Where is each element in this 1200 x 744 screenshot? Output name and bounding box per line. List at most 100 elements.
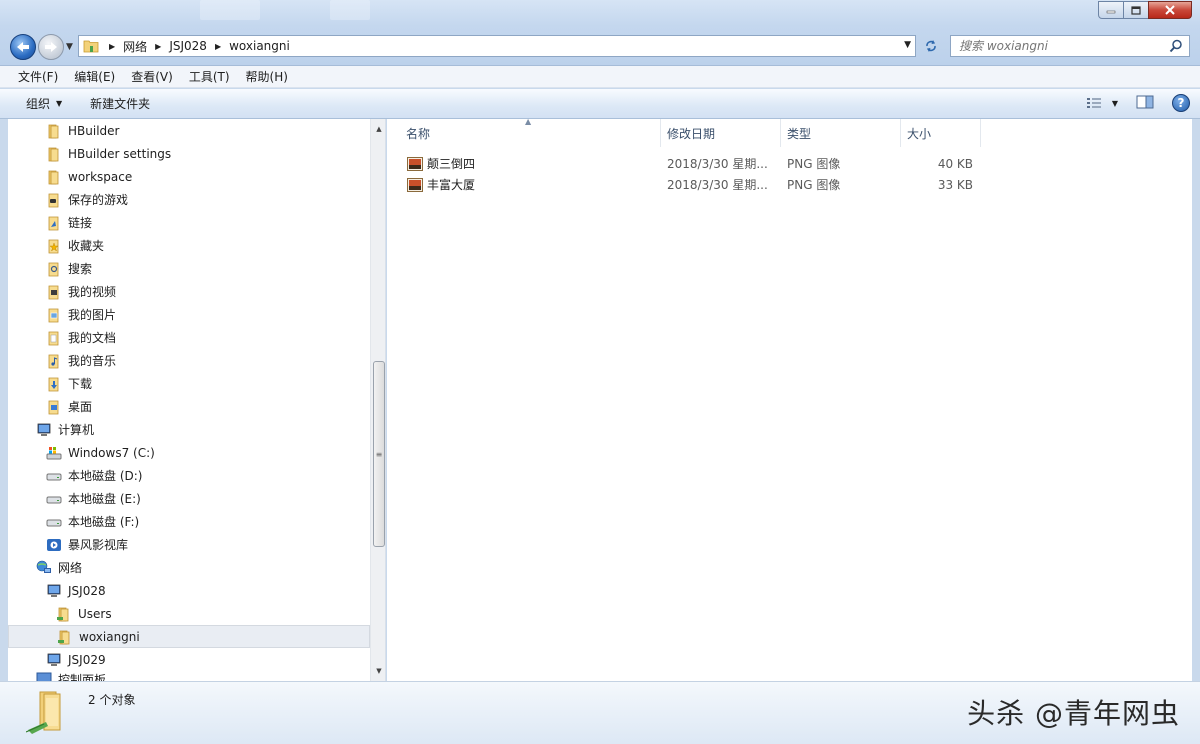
nav-item-item-8[interactable]: 我的图片	[8, 303, 370, 326]
menu-help[interactable]: 帮助(H)	[238, 68, 296, 85]
file-size: 40 KB	[937, 156, 973, 171]
nav-item-windows7-c[interactable]: Windows7 (C:)	[8, 441, 370, 464]
search-input[interactable]	[959, 39, 1159, 53]
nav-item-label: JSJ029	[68, 652, 106, 667]
nav-scrollbar[interactable]: ▲ ≡ ▼	[370, 119, 385, 681]
breadcrumb-label: 网络	[123, 39, 148, 54]
links-icon	[46, 215, 62, 231]
menu-view[interactable]: 查看(V)	[123, 68, 181, 85]
nav-item-item-12[interactable]: 桌面	[8, 395, 370, 418]
search-box[interactable]	[950, 35, 1190, 57]
pictures-icon	[46, 307, 62, 323]
nav-item-label: HBuilder settings	[68, 146, 172, 161]
change-view-button[interactable]: ▼	[1086, 96, 1118, 110]
breadcrumb-jsj028[interactable]: JSJ028 ▶	[169, 39, 229, 53]
menu-tools[interactable]: 工具(T)	[181, 68, 238, 85]
nav-item-item-24[interactable]: 控制面板	[8, 671, 370, 681]
scrollbar-thumb[interactable]: ≡	[373, 361, 385, 547]
recent-pages-dropdown[interactable]: ▼	[66, 42, 73, 52]
nav-item-label: 本地磁盘 (D:)	[68, 469, 143, 483]
maximize-button[interactable]	[1123, 1, 1149, 19]
window-controls	[1098, 1, 1192, 19]
nav-item-label: woxiangni	[79, 629, 140, 644]
nav-item-item-7[interactable]: 我的视频	[8, 280, 370, 303]
saved-games-icon	[46, 192, 62, 208]
file-list-pane: ▲ 名称 修改日期 类型 大小 颠三倒四 2018/3/30 星期... PNG …	[387, 117, 1192, 681]
breadcrumb-separator[interactable]: ▶	[105, 42, 123, 51]
shared-folder-icon	[56, 606, 72, 622]
file-name: 颠三倒四	[427, 157, 476, 171]
computer-icon	[36, 422, 52, 438]
minimize-icon	[1106, 10, 1116, 14]
nav-item-item-11[interactable]: 下载	[8, 372, 370, 395]
nav-item-hbuilder[interactable]: HBuilder	[8, 119, 370, 142]
nav-item-item-13[interactable]: 计算机	[8, 418, 370, 441]
nav-item-item-4[interactable]: 链接	[8, 211, 370, 234]
forward-button[interactable]	[38, 34, 64, 60]
arrow-right-icon	[45, 42, 57, 52]
nav-item-f[interactable]: 本地磁盘 (F:)	[8, 510, 370, 533]
shared-folder-icon	[57, 629, 73, 645]
search-icon[interactable]	[1169, 39, 1183, 53]
column-header-type[interactable]: 类型	[781, 119, 901, 147]
nav-item-users[interactable]: Users	[8, 602, 370, 625]
file-type: PNG 图像	[787, 178, 841, 192]
new-folder-button[interactable]: 新建文件夹	[82, 95, 158, 112]
nav-item-label: 控制面板	[58, 673, 107, 681]
item-count: 2 个对象	[88, 693, 136, 707]
nav-item-label: 我的音乐	[68, 354, 117, 368]
nav-item-e[interactable]: 本地磁盘 (E:)	[8, 487, 370, 510]
nav-item-label: 本地磁盘 (E:)	[68, 492, 141, 506]
command-bar: 组织 ▼ 新建文件夹 ▼ ?	[0, 89, 1200, 119]
computer-icon	[46, 583, 62, 599]
menu-edit[interactable]: 编辑(E)	[66, 68, 123, 85]
nav-item-item-5[interactable]: 收藏夹	[8, 234, 370, 257]
nav-item-item-9[interactable]: 我的文档	[8, 326, 370, 349]
nav-item-item-10[interactable]: 我的音乐	[8, 349, 370, 372]
address-history-dropdown[interactable]: ▼	[904, 40, 911, 50]
nav-item-label: 计算机	[58, 423, 95, 437]
nav-item-item-19[interactable]: 网络	[8, 556, 370, 579]
background-blur	[330, 0, 370, 20]
chevron-down-icon[interactable]: ▼	[1112, 99, 1118, 108]
close-button[interactable]	[1148, 1, 1192, 19]
nav-item-jsj028[interactable]: JSJ028	[8, 579, 370, 602]
downloads-icon	[46, 376, 62, 392]
column-header-size[interactable]: 大小	[901, 119, 981, 147]
menu-file[interactable]: 文件(F)	[10, 68, 66, 85]
file-name-cell: 颠三倒四	[387, 155, 661, 172]
nav-item-item-3[interactable]: 保存的游戏	[8, 188, 370, 211]
nav-item-label: 网络	[58, 561, 83, 575]
column-label: 大小	[907, 126, 932, 141]
control-panel-icon	[36, 671, 52, 681]
breadcrumb-network[interactable]: 网络 ▶	[123, 38, 169, 55]
nav-item-workspace[interactable]: workspace	[8, 165, 370, 188]
help-button[interactable]: ?	[1172, 94, 1190, 112]
nav-item-label: workspace	[68, 169, 133, 184]
nav-item-woxiangni[interactable]: woxiangni	[8, 625, 370, 648]
column-header-name[interactable]: ▲ 名称	[387, 117, 661, 147]
column-label: 名称	[406, 126, 431, 141]
refresh-button[interactable]	[918, 35, 944, 57]
nav-item-label: HBuilder	[68, 123, 120, 138]
back-button[interactable]	[10, 34, 36, 60]
shared-folder-large-icon	[26, 691, 61, 734]
nav-item-hbuilder-settings[interactable]: HBuilder settings	[8, 142, 370, 165]
nav-item-d[interactable]: 本地磁盘 (D:)	[8, 464, 370, 487]
scroll-down-arrow[interactable]: ▼	[371, 663, 385, 679]
drive-icon	[46, 514, 62, 530]
organize-button[interactable]: 组织 ▼	[18, 95, 70, 112]
column-header-date[interactable]: 修改日期	[661, 119, 781, 147]
file-row[interactable]: 丰富大厦 2018/3/30 星期... PNG 图像 33 KB	[387, 174, 987, 195]
preview-pane-button[interactable]	[1136, 95, 1154, 112]
minimize-button[interactable]	[1098, 1, 1124, 19]
file-row[interactable]: 颠三倒四 2018/3/30 星期... PNG 图像 40 KB	[387, 153, 987, 174]
nav-item-item-6[interactable]: 搜索	[8, 257, 370, 280]
scroll-up-arrow[interactable]: ▲	[371, 121, 385, 137]
breadcrumb-woxiangni[interactable]: woxiangni	[229, 39, 290, 53]
network-folder-icon	[83, 40, 99, 53]
nav-item-jsj029[interactable]: JSJ029	[8, 648, 370, 671]
nav-item-item-18[interactable]: 暴风影视库	[8, 533, 370, 556]
system-drive-icon	[46, 445, 62, 461]
address-bar[interactable]: ▶ 网络 ▶ JSJ028 ▶ woxiangni ▼	[78, 35, 916, 57]
